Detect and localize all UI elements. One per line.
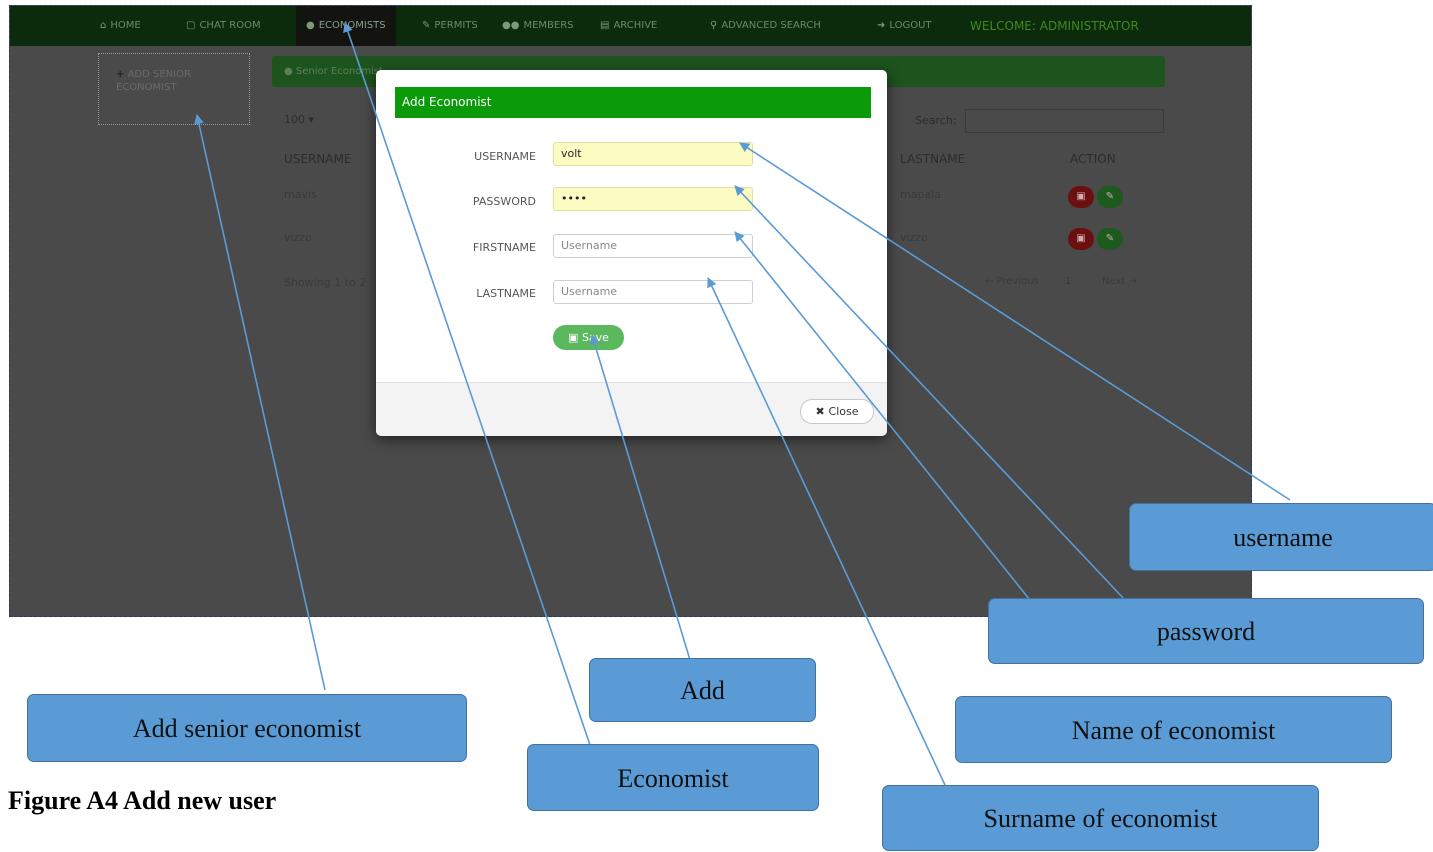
name-arrow: [734, 231, 1031, 601]
username-arrow: [739, 142, 1291, 501]
callout-add-senior-economist: Add senior economist: [27, 694, 467, 762]
figure-caption: Figure A4 Add new user: [8, 786, 277, 815]
callout-password: password: [988, 598, 1424, 664]
callout-add: Add: [589, 658, 816, 722]
callout-name-of-economist: Name of economist: [955, 696, 1392, 763]
economist-arrow: [343, 22, 591, 746]
callout-surname-of-economist: Surname of economist: [882, 785, 1319, 851]
password-arrow: [734, 185, 1126, 601]
add-senior-arrow: [194, 114, 326, 691]
callout-username: username: [1129, 503, 1433, 571]
add-arrow: [589, 334, 691, 661]
callout-economist: Economist: [527, 744, 819, 811]
